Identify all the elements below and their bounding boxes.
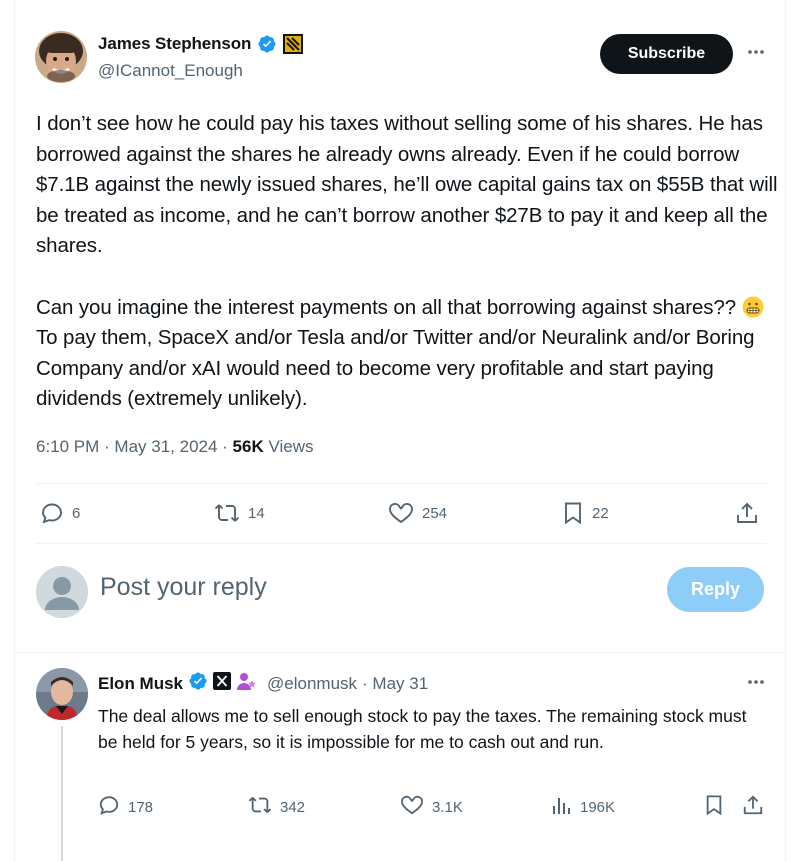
reply-count: 6 [72,504,81,522]
views-chart-icon [552,794,572,820]
share-icon [742,794,764,820]
government-badge-icon[interactable] [236,671,258,696]
tweet-meta: 6:10 PM · May 31, 2024 · 56K Views [36,437,314,457]
reply-author-handle[interactable]: @elonmusk [267,674,357,694]
share-button[interactable] [735,501,759,525]
more-icon[interactable] [742,668,770,696]
tweet-paragraph-2: Can you imagine the interest payments on… [36,293,781,415]
divider [36,543,767,544]
author-name-row: James Stephenson [98,34,304,54]
verified-badge-icon[interactable] [188,671,208,696]
reply-icon [40,501,64,525]
views-count: 56K [232,437,264,456]
reply-button[interactable]: Reply [667,567,764,612]
affiliate-badge-icon[interactable] [283,34,304,54]
frame-border-left [14,0,15,861]
author-name[interactable]: James Stephenson [98,34,251,54]
divider [36,483,767,484]
repost-icon [248,794,272,820]
tweet-paragraph-2-start: Can you imagine the interest payments on… [36,295,742,319]
grimacing-face-icon [742,296,764,318]
like-action[interactable]: 3.1K [400,794,463,820]
like-count: 3.1K [432,798,463,816]
repost-icon [214,501,240,525]
bookmark-icon [704,794,724,820]
bookmark-icon [562,501,584,525]
bookmark-count: 22 [592,504,609,522]
reply-input[interactable]: Post your reply [100,573,267,602]
like-icon [400,794,424,820]
reply-author-row: Elon Musk @elonmusk · May 31 [98,671,428,696]
reply-action[interactable]: 178 [98,794,153,820]
bookmark-action[interactable] [704,794,724,820]
repost-action[interactable]: 14 [214,501,265,525]
share-icon [735,501,759,525]
my-avatar[interactable] [36,566,88,618]
reply-author-name[interactable]: Elon Musk [98,674,183,694]
thread-line [61,726,63,861]
like-action[interactable]: 254 [388,501,447,525]
repost-count: 342 [280,798,306,816]
reply-date[interactable]: · May 31 [362,674,428,694]
share-button[interactable] [742,794,764,820]
tweet-paragraph-2-end: To pay them, SpaceX and/or Tesla and/or … [36,326,755,411]
section-divider [14,652,786,653]
subscribe-button[interactable]: Subscribe [600,34,733,74]
repost-action[interactable]: 342 [248,794,305,820]
reply-icon [98,794,120,820]
bookmark-action[interactable]: 22 [562,501,609,525]
reply-action[interactable]: 6 [40,501,80,525]
tweet-text: I don’t see how he could pay his taxes w… [36,109,781,415]
verified-badge-icon[interactable] [257,34,277,54]
views-count: 196K [580,798,616,816]
x-logo-badge-icon[interactable] [213,672,232,695]
reply-author-avatar[interactable] [36,668,88,720]
more-icon[interactable] [742,38,770,66]
repost-count: 14 [248,504,265,522]
author-avatar[interactable] [35,31,87,83]
timestamp[interactable]: 6:10 PM · May 31, 2024 · [36,437,233,456]
like-icon [388,501,414,525]
reply-count: 178 [128,798,154,816]
tweet-paragraph-1: I don’t see how he could pay his taxes w… [36,112,778,258]
views-action[interactable]: 196K [552,794,615,820]
views-label: Views [263,437,314,456]
frame-border-right [785,0,786,861]
reply-text: The deal allows me to sell enough stock … [98,706,747,752]
like-count: 254 [422,504,448,522]
author-handle[interactable]: @ICannot_Enough [98,61,243,81]
